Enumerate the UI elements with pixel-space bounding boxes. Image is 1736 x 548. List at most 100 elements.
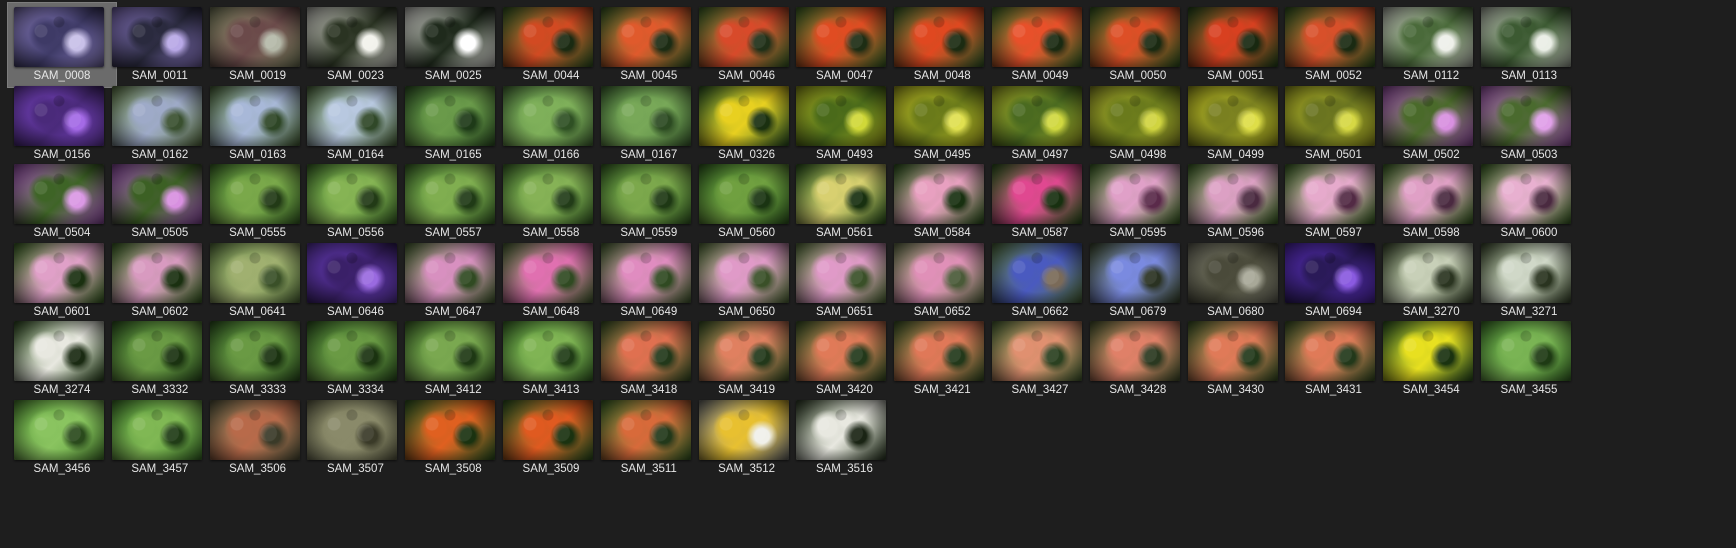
thumbnail-item[interactable]: SAM_0560	[693, 160, 801, 244]
thumbnail-item[interactable]: SAM_3421	[888, 317, 996, 401]
thumbnail-item[interactable]: SAM_0595	[1084, 160, 1192, 244]
thumbnail-item[interactable]: SAM_0008	[7, 2, 117, 88]
thumbnail-item[interactable]: SAM_3509	[497, 396, 605, 480]
thumbnail-item[interactable]: SAM_0049	[986, 3, 1094, 87]
thumbnail-item[interactable]: SAM_3457	[106, 396, 214, 480]
thumbnail-label: SAM_3457	[131, 462, 189, 475]
thumbnail-item[interactable]: SAM_0162	[106, 82, 214, 166]
thumbnail-item[interactable]: SAM_0164	[301, 82, 409, 166]
thumbnail-item[interactable]: SAM_3506	[204, 396, 312, 480]
thumbnail-item[interactable]: SAM_0156	[8, 82, 116, 166]
thumbnail-item[interactable]: SAM_0559	[595, 160, 703, 244]
thumbnail-item[interactable]: SAM_3412	[399, 317, 507, 401]
thumbnail-item[interactable]: SAM_0561	[790, 160, 898, 244]
thumbnail-item[interactable]: SAM_0048	[888, 3, 996, 87]
thumbnail-item[interactable]: SAM_0679	[1084, 239, 1192, 323]
thumbnail-item[interactable]: SAM_0505	[106, 160, 214, 244]
thumbnail-item[interactable]: SAM_0025	[399, 3, 507, 87]
thumbnail-item[interactable]: SAM_0587	[986, 160, 1094, 244]
thumbnail-item[interactable]: SAM_3333	[204, 317, 312, 401]
thumbnail-item[interactable]: SAM_3270	[1377, 239, 1485, 323]
thumbnail-item[interactable]: SAM_3511	[595, 396, 703, 480]
thumbnail-item[interactable]: SAM_0651	[790, 239, 898, 323]
thumbnail-item[interactable]: SAM_3334	[301, 317, 409, 401]
thumbnail-item[interactable]: SAM_0662	[986, 239, 1094, 323]
thumbnail-item[interactable]: SAM_0600	[1475, 160, 1583, 244]
thumbnail-item[interactable]: SAM_3427	[986, 317, 1094, 401]
thumbnail-item[interactable]: SAM_0044	[497, 3, 605, 87]
thumbnail-image	[1383, 242, 1474, 303]
thumbnail-image	[600, 164, 691, 224]
thumbnail-item[interactable]: SAM_0557	[399, 160, 507, 244]
thumbnail-item[interactable]: SAM_0680	[1182, 239, 1290, 323]
thumbnail-item[interactable]: SAM_0503	[1475, 82, 1583, 166]
thumbnail-item[interactable]: SAM_0023	[301, 3, 409, 87]
thumbnail-item[interactable]: SAM_0596	[1182, 160, 1290, 244]
thumbnail-item[interactable]: SAM_0019	[204, 3, 312, 87]
thumbnail-item[interactable]: SAM_3431	[1279, 317, 1387, 401]
thumbnail-item[interactable]: SAM_0011	[106, 3, 214, 87]
thumbnail-item[interactable]: SAM_0045	[595, 3, 703, 87]
thumbnail-item[interactable]: SAM_3419	[693, 317, 801, 401]
thumbnail-item[interactable]: SAM_0112	[1377, 3, 1485, 87]
thumbnail-item[interactable]: SAM_3428	[1084, 317, 1192, 401]
thumbnail-image	[307, 164, 398, 224]
thumbnail-item[interactable]: SAM_0046	[693, 3, 801, 87]
thumbnail-item[interactable]: SAM_0558	[497, 160, 605, 244]
thumbnail-item[interactable]: SAM_0326	[693, 82, 801, 166]
thumbnail-item[interactable]: SAM_0504	[8, 160, 116, 244]
thumbnail-item[interactable]: SAM_0047	[790, 3, 898, 87]
thumbnail-item[interactable]: SAM_3508	[399, 396, 507, 480]
thumbnail-item[interactable]: SAM_3454	[1377, 317, 1485, 401]
thumbnail-item[interactable]: SAM_3456	[8, 396, 116, 480]
thumbnail-item[interactable]: SAM_0650	[693, 239, 801, 323]
thumbnail-image	[894, 321, 985, 381]
thumbnail-item[interactable]: SAM_3413	[497, 317, 605, 401]
thumbnail-item[interactable]: SAM_0602	[106, 239, 214, 323]
thumbnail-item[interactable]: SAM_0646	[301, 239, 409, 323]
thumbnail-item[interactable]: SAM_3430	[1182, 317, 1290, 401]
thumbnail-item[interactable]: SAM_3512	[693, 396, 801, 480]
thumbnail-item[interactable]: SAM_0499	[1182, 82, 1290, 166]
thumbnail-image	[209, 321, 300, 381]
thumbnail-item[interactable]: SAM_0498	[1084, 82, 1192, 166]
thumbnail-item[interactable]: SAM_0167	[595, 82, 703, 166]
thumbnail-image	[796, 242, 887, 303]
thumbnail-item[interactable]: SAM_0641	[204, 239, 312, 323]
thumbnail-item[interactable]: SAM_0165	[399, 82, 507, 166]
thumbnail-item[interactable]: SAM_3271	[1475, 239, 1583, 323]
thumbnail-item[interactable]: SAM_0601	[8, 239, 116, 323]
thumbnail-item[interactable]: SAM_0648	[497, 239, 605, 323]
thumbnail-item[interactable]: SAM_3516	[790, 396, 898, 480]
thumbnail-item[interactable]: SAM_0166	[497, 82, 605, 166]
thumbnail-label: SAM_3430	[1207, 384, 1265, 396]
thumbnail-item[interactable]: SAM_0050	[1084, 3, 1192, 87]
thumbnail-item[interactable]: SAM_0584	[888, 160, 996, 244]
thumbnail-item[interactable]: SAM_3420	[790, 317, 898, 401]
thumbnail-item[interactable]: SAM_0555	[204, 160, 312, 244]
thumbnail-item[interactable]: SAM_3332	[106, 317, 214, 401]
thumbnail-item[interactable]: SAM_0597	[1279, 160, 1387, 244]
thumbnail-item[interactable]: SAM_0649	[595, 239, 703, 323]
thumbnail-item[interactable]: SAM_0652	[888, 239, 996, 323]
thumbnail-item[interactable]: SAM_0051	[1182, 3, 1290, 87]
thumbnail-item[interactable]: SAM_0556	[301, 160, 409, 244]
thumbnail-item[interactable]: SAM_0647	[399, 239, 507, 323]
thumbnail-item[interactable]: SAM_3274	[8, 317, 116, 401]
thumbnail-item[interactable]: SAM_3418	[595, 317, 703, 401]
thumbnail-item[interactable]: SAM_3455	[1475, 317, 1583, 401]
thumbnail-image	[405, 242, 496, 303]
thumbnail-item[interactable]: SAM_0598	[1377, 160, 1485, 244]
thumbnail-item[interactable]: SAM_0497	[986, 82, 1094, 166]
thumbnail-item[interactable]: SAM_0502	[1377, 82, 1485, 166]
thumbnail-item[interactable]: SAM_0113	[1475, 3, 1583, 87]
thumbnail-item[interactable]: SAM_0495	[888, 82, 996, 166]
thumbnail-item[interactable]: SAM_0694	[1279, 239, 1387, 323]
thumbnail-label: SAM_3428	[1109, 384, 1167, 396]
thumbnail-item[interactable]: SAM_0493	[790, 82, 898, 166]
thumbnail-item[interactable]: SAM_0501	[1279, 82, 1387, 166]
thumbnail-image	[992, 321, 1082, 381]
thumbnail-item[interactable]: SAM_0163	[204, 82, 312, 166]
thumbnail-item[interactable]: SAM_3507	[301, 396, 409, 480]
thumbnail-item[interactable]: SAM_0052	[1279, 3, 1387, 87]
